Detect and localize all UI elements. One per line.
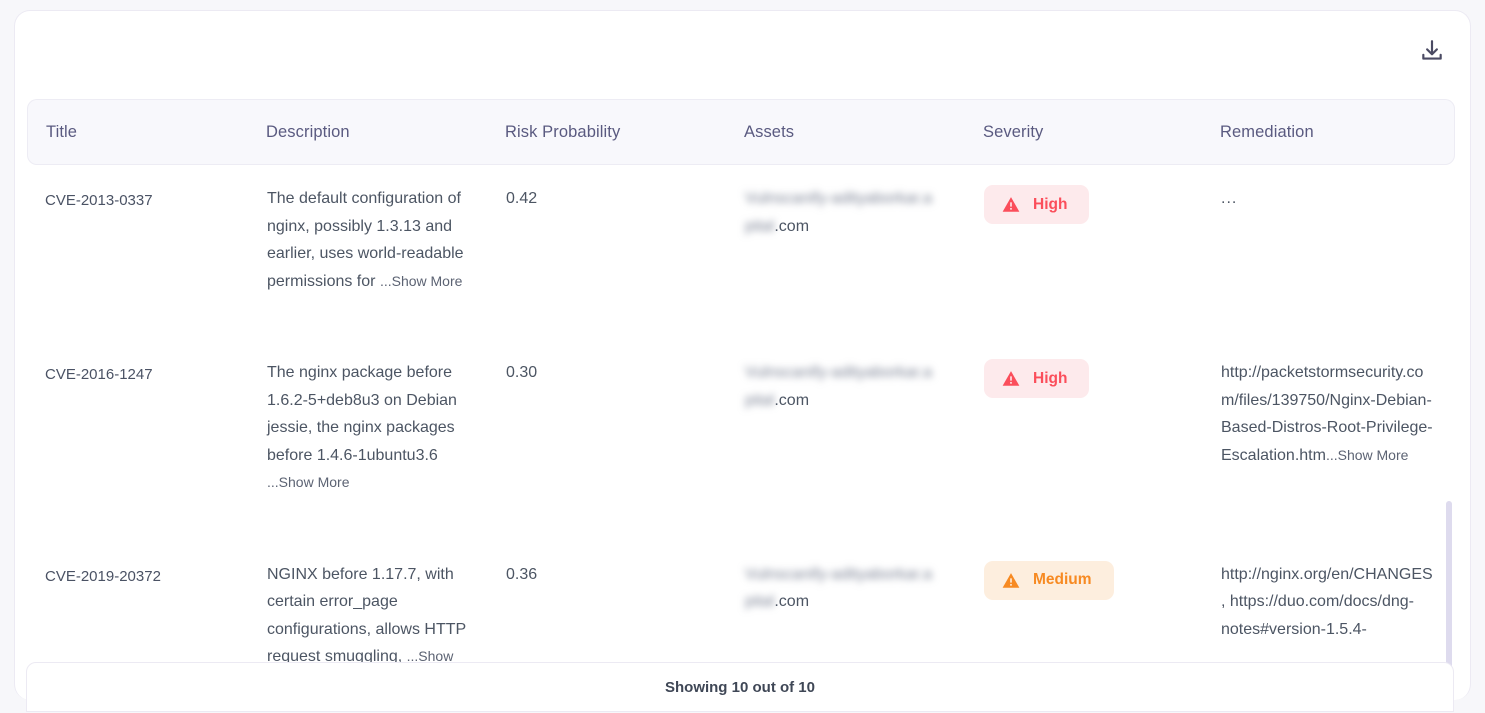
table-body: CVE-2013-0337 The default configuration …: [27, 165, 1455, 663]
cell-risk-probability: 0.36: [506, 565, 538, 583]
table-toolbar: [15, 11, 1470, 89]
row-spacer: [27, 317, 1455, 339]
status-badge: High: [984, 185, 1090, 224]
cell-description: The default configuration of nginx, poss…: [266, 165, 505, 317]
column-header-description[interactable]: Description: [266, 99, 505, 165]
asset-redacted-text-2: pital: [745, 593, 775, 610]
column-header-assets[interactable]: Assets: [744, 99, 983, 165]
cell-description: The nginx package before 1.6.2-5+deb8u3 …: [266, 339, 505, 519]
column-header-risk[interactable]: Risk Probability: [505, 99, 744, 165]
cell-title: CVE-2016-1247: [45, 366, 153, 383]
table-card: Title Description Risk Probability Asset…: [14, 10, 1471, 700]
warning-triangle-icon: [1002, 572, 1020, 588]
scrollbar-thumb[interactable]: [1446, 501, 1452, 681]
warning-triangle-icon: [1002, 197, 1020, 212]
table-header: Title Description Risk Probability Asset…: [27, 99, 1455, 165]
asset-domain-suffix: .com: [774, 217, 810, 235]
table-row[interactable]: CVE-2013-0337 The default configuration …: [27, 165, 1455, 317]
asset-redacted-text-2: pital: [745, 217, 775, 235]
asset-domain-suffix: .com: [774, 391, 810, 409]
severity-label: High: [1033, 369, 1068, 387]
show-more-link[interactable]: ...Show More: [1326, 447, 1408, 463]
cell-risk-probability: 0.30: [506, 364, 538, 381]
results-count-label: Showing 10 out of 10: [664, 678, 815, 696]
cell-remediation: ...: [1221, 190, 1238, 207]
column-header-severity[interactable]: Severity: [983, 99, 1220, 165]
row-spacer-cell: [27, 519, 1455, 541]
asset-redacted-text: Vulnscanify-adityaborkar.a: [745, 190, 933, 207]
table-row[interactable]: CVE-2019-20372 NGINX before 1.17.7, with…: [27, 541, 1455, 664]
cell-remediation: http://nginx.org/en/CHANGES, https://duo…: [1221, 565, 1433, 638]
cell-severity: High: [983, 339, 1220, 519]
status-badge: Medium: [984, 560, 1114, 600]
show-more-link[interactable]: ...Show More: [267, 474, 349, 490]
row-spacer: [27, 519, 1455, 541]
cell-title: CVE-2013-0337: [45, 192, 153, 209]
column-header-title[interactable]: Title: [27, 99, 266, 165]
table-footer: Showing 10 out of 10: [26, 662, 1454, 712]
cell-description: NGINX before 1.17.7, with certain error_…: [266, 541, 505, 664]
status-badge: High: [984, 359, 1090, 398]
cell-severity: Medium: [983, 541, 1220, 664]
asset-redacted-text: Vulnscanify-adityaborkar.a: [745, 565, 933, 583]
table-row[interactable]: CVE-2016-1247 The nginx package before 1…: [27, 339, 1455, 519]
description-text: The nginx package before 1.6.2-5+deb8u3 …: [267, 364, 457, 464]
column-header-remediation[interactable]: Remediation: [1220, 99, 1455, 165]
download-button[interactable]: [1414, 33, 1450, 69]
cell-assets: Vulnscanify-adityaborkar.a pital.com: [744, 541, 983, 664]
vertical-scrollbar[interactable]: [1446, 103, 1452, 681]
asset-redacted-text: Vulnscanify-adityaborkar.a: [745, 364, 933, 381]
cell-remediation: http://packetstormsecurity.com/files/139…: [1220, 339, 1455, 519]
warning-triangle-icon: [1002, 371, 1020, 386]
severity-label: Medium: [1033, 571, 1092, 589]
asset-redacted-text-2: pital: [745, 391, 775, 409]
cell-title: CVE-2019-20372: [45, 567, 161, 585]
download-icon: [1419, 38, 1445, 64]
vulnerability-table-page: Title Description Risk Probability Asset…: [0, 0, 1485, 713]
asset-domain-suffix: .com: [774, 593, 810, 610]
cell-assets: Vulnscanify-adityaborkar.a pital.com: [744, 165, 983, 317]
cell-severity: High: [983, 165, 1220, 317]
table-header-row: Title Description Risk Probability Asset…: [27, 99, 1455, 165]
cell-assets: Vulnscanify-adityaborkar.a pital.com: [744, 339, 983, 519]
cell-risk-probability: 0.42: [506, 190, 538, 207]
vulnerabilities-table: Title Description Risk Probability Asset…: [27, 99, 1455, 663]
table-scroll-viewport[interactable]: Title Description Risk Probability Asset…: [27, 99, 1467, 663]
show-more-link[interactable]: ...Show More: [380, 273, 462, 289]
row-spacer-cell: [27, 317, 1455, 339]
severity-label: High: [1033, 195, 1068, 213]
